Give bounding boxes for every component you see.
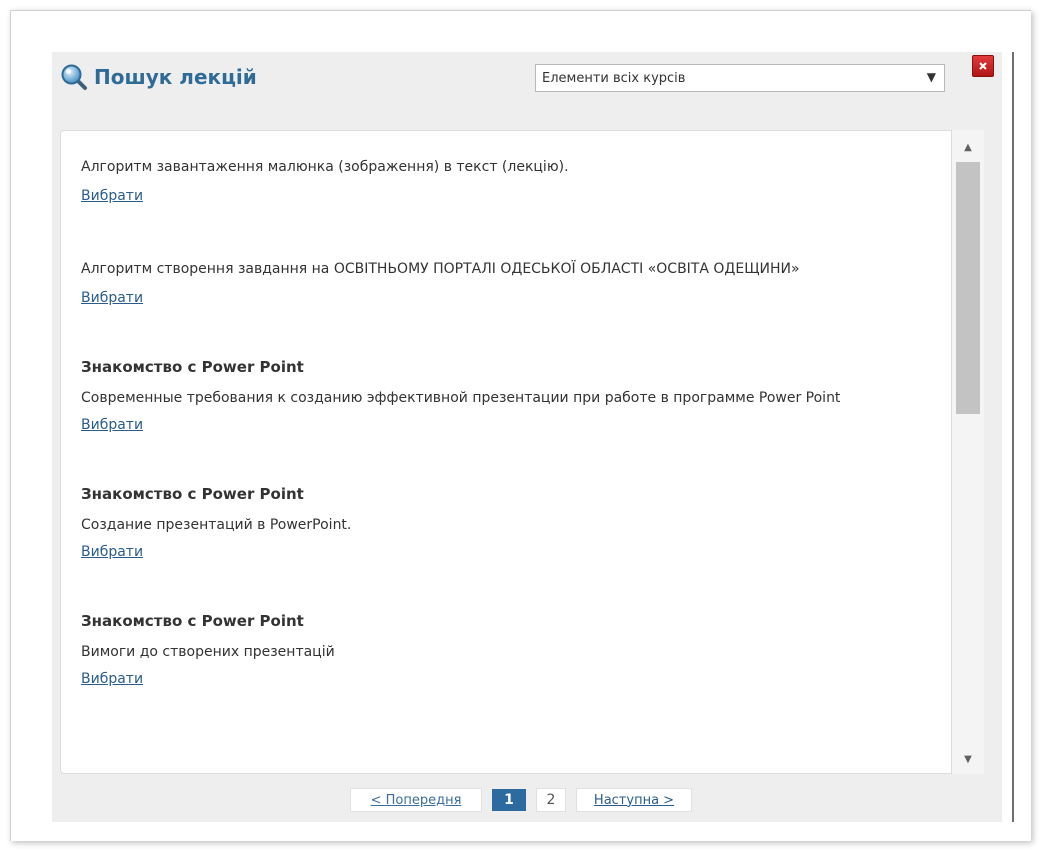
select-lecture-link[interactable]: Вибрати	[81, 412, 143, 438]
lecture-item: Знакомство с Power Point Современные тре…	[81, 355, 921, 438]
lecture-item: Знакомство с Power Point Создание презен…	[81, 482, 921, 565]
select-lecture-link[interactable]: Вибрати	[81, 666, 143, 692]
lecture-description: Современные требования к созданию эффект…	[81, 390, 841, 406]
lecture-description: Алгоритм створення завдання на ОСВІТНЬОМ…	[81, 261, 800, 277]
current-page-indicator: 1	[492, 789, 526, 811]
lecture-title: Знакомство с Power Point	[81, 358, 304, 376]
dialog-header: Пошук лекцій	[60, 62, 257, 92]
dropdown-arrow-icon: ▼	[926, 70, 936, 84]
close-button[interactable]	[972, 55, 994, 77]
course-filter-value: Елементи всіх курсів	[542, 70, 686, 86]
lecture-item: Алгоритм створення завдання на ОСВІТНЬОМ…	[81, 253, 921, 311]
scroll-up-arrow-icon[interactable]: ▲	[952, 136, 984, 158]
select-lecture-link[interactable]: Вибрати	[81, 539, 143, 565]
lecture-title: Знакомство с Power Point	[81, 485, 304, 503]
lecture-list-panel: Алгоритм завантаження малюнка (зображенн…	[60, 130, 952, 774]
page-2-button[interactable]: 2	[536, 788, 566, 812]
search-icon	[61, 64, 87, 90]
lecture-description: Вимоги до створених презентацій	[81, 644, 335, 660]
select-lecture-link[interactable]: Вибрати	[81, 183, 143, 209]
lecture-list: Алгоритм завантаження малюнка (зображенн…	[81, 151, 921, 736]
lecture-title: Знакомство с Power Point	[81, 612, 304, 630]
vertical-scrollbar[interactable]: ▲ ▼	[952, 130, 984, 774]
window-edge	[1012, 52, 1014, 822]
pagination: < Попередня 1 2 Наступна >	[350, 788, 692, 812]
course-filter-select[interactable]: Елементи всіх курсів ▼	[535, 64, 945, 92]
scrollbar-thumb[interactable]	[956, 162, 980, 414]
close-icon	[979, 62, 987, 70]
lecture-description: Алгоритм завантаження малюнка (зображенн…	[81, 159, 569, 175]
next-page-button[interactable]: Наступна >	[576, 788, 692, 812]
lecture-item: Знакомство с Power Point Вимоги до створ…	[81, 609, 921, 692]
select-lecture-link[interactable]: Вибрати	[81, 285, 143, 311]
lecture-item: Алгоритм завантаження малюнка (зображенн…	[81, 151, 921, 209]
scroll-down-arrow-icon[interactable]: ▼	[952, 748, 984, 770]
previous-page-button[interactable]: < Попередня	[350, 788, 482, 812]
dialog-title: Пошук лекцій	[94, 65, 257, 89]
lecture-description: Создание презентаций в PowerPoint.	[81, 517, 352, 533]
lecture-search-dialog: Пошук лекцій Елементи всіх курсів ▼ Алго…	[52, 52, 1002, 822]
